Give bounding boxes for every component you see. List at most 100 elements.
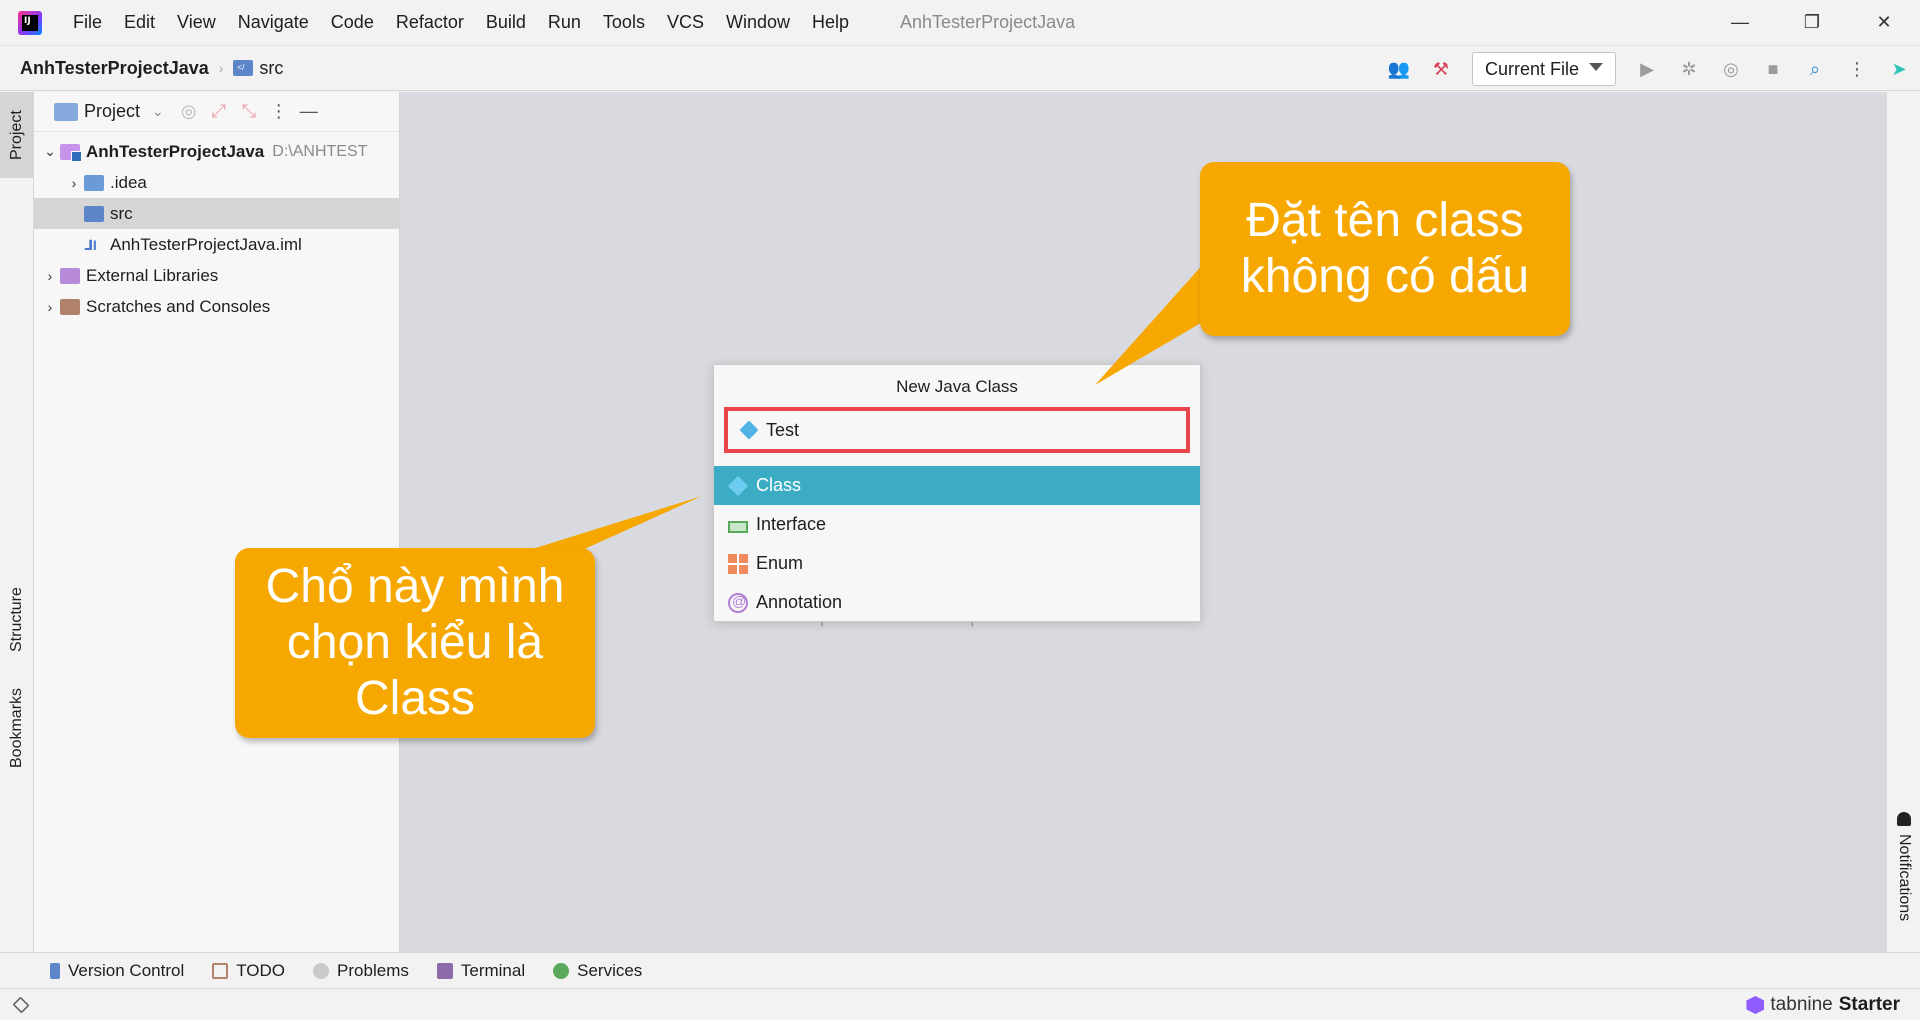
tree-item-label: AnhTesterProjectJava: [86, 141, 265, 161]
source-folder-icon: [233, 60, 254, 76]
debug-icon[interactable]: ✲: [1672, 52, 1706, 86]
chevron-down-icon[interactable]: ⌄: [40, 143, 60, 160]
status-bar: tabnine Starter: [0, 988, 1920, 1020]
bottom-tool-bar: Version Control TODO Problems Terminal S…: [0, 952, 1920, 988]
hide-panel-icon[interactable]: —: [294, 97, 324, 127]
build-hammer-icon[interactable]: ⚒: [1424, 52, 1458, 86]
run-configuration-select[interactable]: Current File: [1472, 52, 1616, 86]
breadcrumb-src-label: src: [259, 57, 284, 78]
tabnine-plan: Starter: [1838, 994, 1900, 1015]
version-control-icon: [50, 962, 60, 979]
menu-window[interactable]: Window: [715, 12, 801, 33]
tree-item-label: .idea: [110, 172, 147, 192]
restore-icon[interactable]: ❐: [1776, 0, 1848, 45]
menu-code[interactable]: Code: [320, 12, 385, 33]
menu-tools[interactable]: Tools: [592, 12, 656, 33]
chevron-down-icon: ⌄: [152, 103, 164, 119]
layers-icon[interactable]: [12, 996, 30, 1013]
tab-todo[interactable]: TODO: [212, 961, 285, 981]
class-name-field[interactable]: [724, 407, 1190, 453]
project-panel-header: Project ⌄ ◎ ⤢ ⤡ ⋮ —: [34, 92, 399, 132]
run-with-coverage-icon[interactable]: ◎: [1714, 52, 1748, 86]
project-panel: Project ⌄ ◎ ⤢ ⤡ ⋮ — ⌄ AnhTesterProjectJa…: [34, 92, 400, 952]
chevron-right-icon[interactable]: ›: [40, 299, 60, 315]
tabnine-logo-icon: [1746, 996, 1765, 1014]
project-panel-title: Project: [84, 101, 141, 121]
terminal-icon: [436, 962, 453, 979]
kind-option-label: Annotation: [756, 592, 843, 612]
tree-item-label: External Libraries: [86, 265, 219, 285]
scratches-icon: [60, 298, 80, 315]
menu-build[interactable]: Build: [475, 12, 537, 33]
panel-options-icon[interactable]: ⋮: [264, 97, 294, 127]
search-icon[interactable]: ⌕: [1798, 52, 1832, 86]
tree-item-iml[interactable]: ⅃I AnhTesterProjectJava.iml: [34, 229, 399, 260]
plugin-arrow-icon[interactable]: ➤: [1882, 52, 1916, 86]
tab-problems[interactable]: Problems: [313, 961, 409, 981]
tabnine-status[interactable]: tabnine Starter: [1746, 994, 1900, 1016]
chevron-right-icon[interactable]: ›: [64, 175, 84, 191]
tab-services[interactable]: Services: [553, 961, 642, 981]
tree-item-idea[interactable]: › .idea: [34, 167, 399, 198]
intellij-logo-icon: IJ: [18, 10, 42, 35]
interface-icon: [728, 520, 748, 533]
iml-file-icon: ⅃I: [84, 236, 97, 253]
chevron-right-icon[interactable]: ›: [40, 268, 60, 284]
menu-navigate[interactable]: Navigate: [227, 12, 320, 33]
class-cube-icon: [739, 420, 759, 440]
close-icon[interactable]: ✕: [1848, 0, 1920, 45]
kind-option-class[interactable]: Class: [714, 466, 1200, 505]
tree-item-external-libraries[interactable]: › External Libraries: [34, 260, 399, 291]
todo-icon: [212, 962, 229, 979]
kind-option-interface[interactable]: Interface: [714, 505, 1200, 544]
more-options-icon[interactable]: ⋮: [1840, 52, 1874, 86]
locate-file-icon[interactable]: ◎: [174, 97, 204, 127]
run-toolbar: 👥 ⚒ Current File ▶ ✲ ◎ ■ ⌕ ⋮ ➤: [1378, 46, 1920, 92]
project-tool-tab-label: Project: [8, 110, 25, 160]
navigation-bar: AnhTesterProjectJava › src 👥 ⚒ Current F…: [0, 45, 1920, 91]
menu-vcs[interactable]: VCS: [656, 12, 715, 33]
collapse-all-icon[interactable]: ⤡: [234, 97, 264, 127]
tab-label: TODO: [236, 960, 286, 980]
kind-option-annotation[interactable]: Annotation: [714, 583, 1200, 622]
project-view-selector[interactable]: Project ⌄: [54, 101, 174, 122]
menu-refactor[interactable]: Refactor: [385, 12, 475, 33]
minimize-icon[interactable]: —: [1704, 0, 1776, 45]
tab-terminal[interactable]: Terminal: [436, 961, 525, 981]
breadcrumb-src[interactable]: src: [233, 58, 283, 79]
tab-label: Version Control: [68, 960, 185, 980]
run-icon[interactable]: ▶: [1630, 52, 1664, 86]
menu-file[interactable]: File: [62, 12, 113, 33]
menu-run[interactable]: Run: [537, 12, 592, 33]
breadcrumb-project[interactable]: AnhTesterProjectJava: [20, 58, 209, 79]
tree-item-scratches[interactable]: › Scratches and Consoles: [34, 291, 399, 322]
class-name-input[interactable]: [766, 419, 1166, 441]
window-controls: — ❐ ✕: [1704, 0, 1920, 45]
services-gear-icon: [553, 962, 570, 979]
menu-help[interactable]: Help: [801, 12, 860, 33]
menu-view[interactable]: View: [166, 12, 227, 33]
tabnine-name: tabnine: [1770, 994, 1833, 1015]
main-menu: File Edit View Navigate Code Refactor Bu…: [62, 12, 860, 33]
class-icon: [727, 475, 749, 496]
kind-option-enum[interactable]: Enum: [714, 544, 1200, 583]
bookmarks-tool-tab[interactable]: Bookmarks: [0, 676, 34, 780]
stop-icon[interactable]: ■: [1756, 52, 1790, 86]
class-kind-list: Class Interface Enum Annotation: [714, 466, 1200, 622]
project-tool-tab[interactable]: Project: [0, 92, 34, 178]
tab-version-control[interactable]: Version Control: [50, 961, 184, 981]
notifications-tool-tab[interactable]: Notifications: [1887, 812, 1920, 921]
tree-item-src[interactable]: src: [34, 198, 399, 229]
kind-option-label: Class: [756, 475, 802, 495]
callout-line: Class: [354, 672, 476, 725]
kind-option-label: Interface: [756, 514, 827, 534]
callout-class-name-note: Đặt tên class không có dấu: [1200, 162, 1570, 336]
bell-icon: [1897, 812, 1911, 826]
menu-edit[interactable]: Edit: [113, 12, 166, 33]
expand-all-icon[interactable]: ⤢: [204, 97, 234, 127]
tree-item-project-root[interactable]: ⌄ AnhTesterProjectJava D:\ANHTEST: [34, 136, 399, 167]
structure-tool-tab[interactable]: Structure: [0, 572, 34, 668]
run-configuration-label: Current File: [1485, 58, 1580, 79]
code-with-me-icon[interactable]: 👥: [1382, 52, 1416, 86]
idea-folder-icon: [84, 174, 104, 191]
